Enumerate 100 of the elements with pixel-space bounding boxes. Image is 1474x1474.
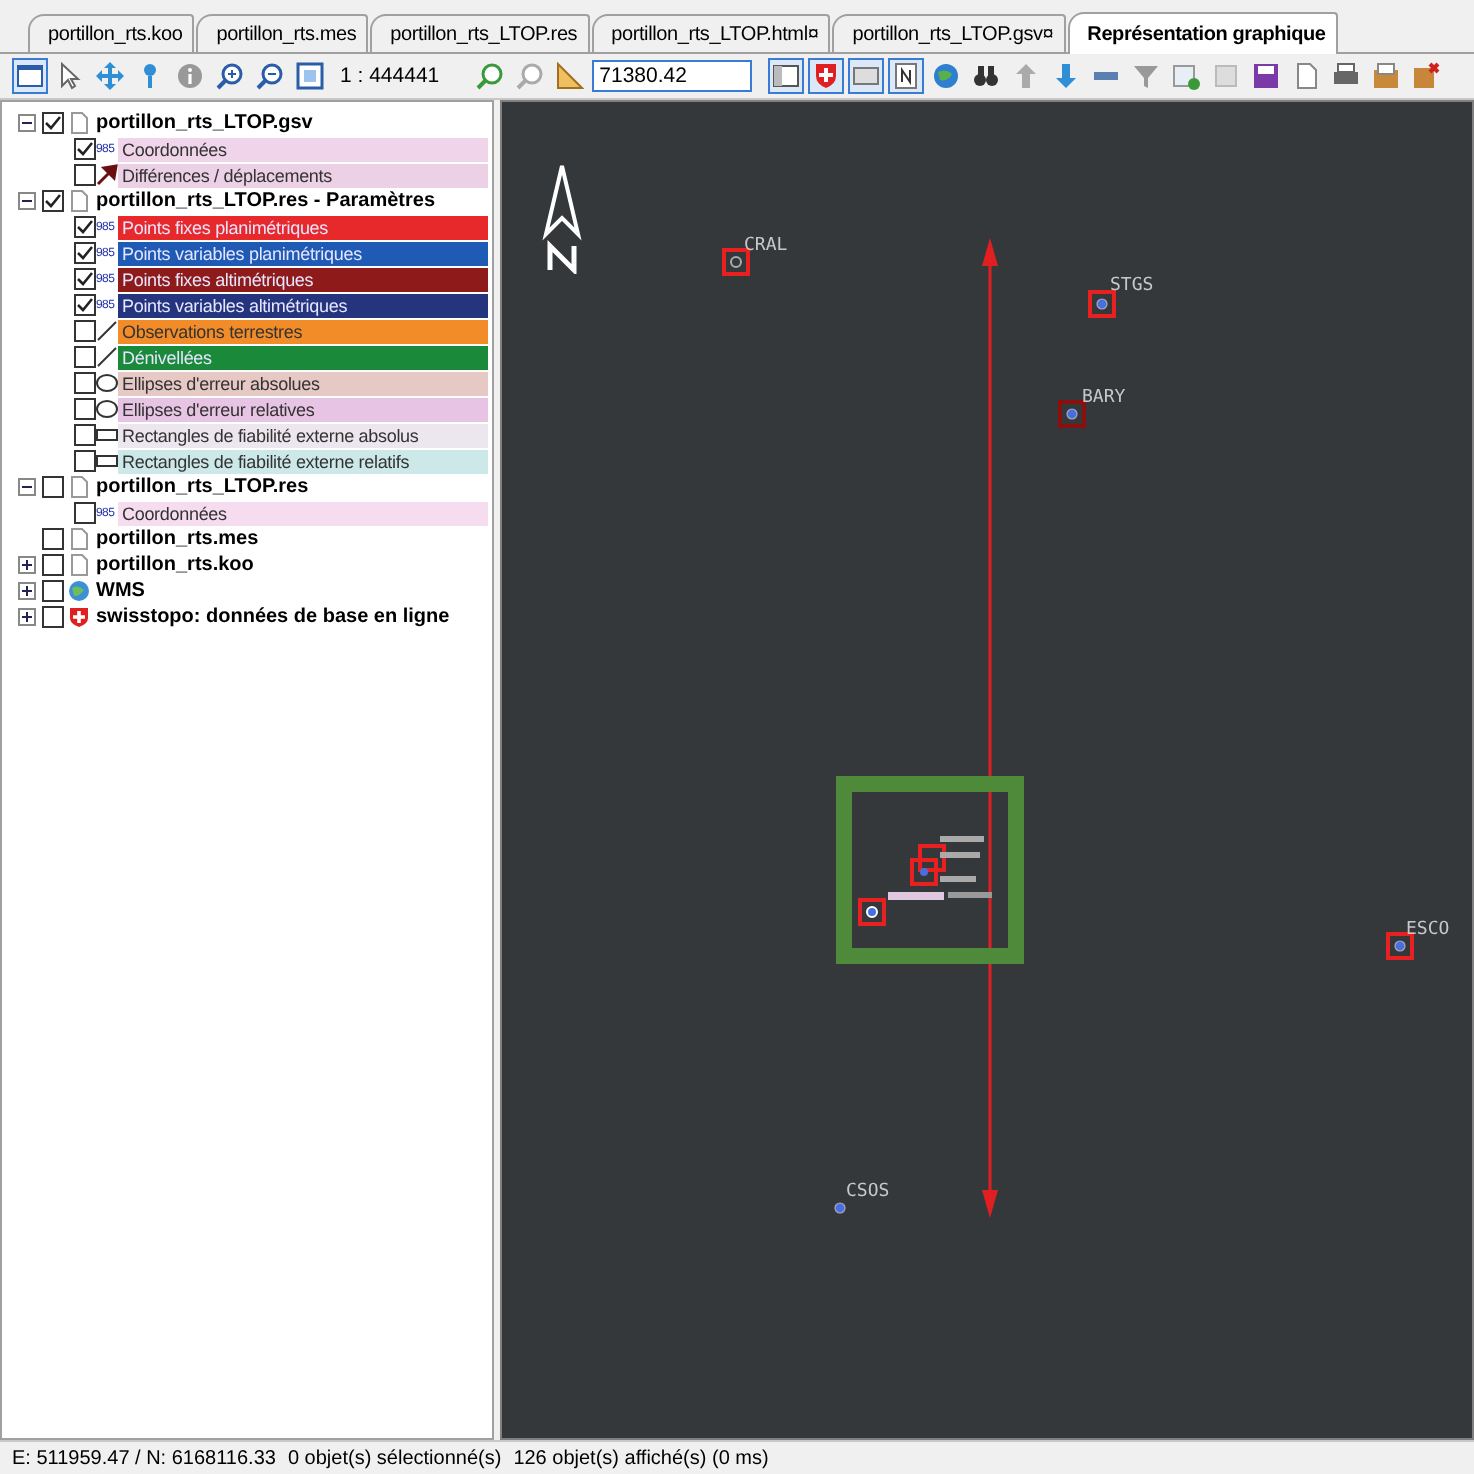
file-icon bbox=[68, 554, 90, 576]
layer-group-label[interactable]: portillon_rts_LTOP.res bbox=[96, 476, 309, 498]
tab[interactable]: Représentation graphique bbox=[1067, 12, 1338, 54]
checkbox[interactable] bbox=[42, 528, 64, 550]
layer-group-label[interactable]: portillon_rts.koo bbox=[96, 554, 254, 576]
file-icon bbox=[68, 190, 90, 212]
tab[interactable]: portillon_rts.koo bbox=[28, 14, 195, 52]
coordinates-text: E: 511959.47 / N: 6168116.33 bbox=[12, 1447, 276, 1469]
map-canvas[interactable]: CRAL STGS BARY ESCO CSOS bbox=[500, 100, 1474, 1440]
point-label: BARY bbox=[1082, 388, 1126, 408]
checkbox[interactable] bbox=[74, 450, 96, 472]
point-label: STGS bbox=[1110, 276, 1154, 296]
survey-point-marker[interactable] bbox=[722, 248, 750, 276]
toolbar-button[interactable] bbox=[212, 58, 248, 94]
checkbox[interactable] bbox=[42, 190, 64, 212]
layer-label[interactable]: Points fixes planimétriques bbox=[118, 215, 488, 239]
toolbar-button[interactable] bbox=[767, 58, 804, 94]
binoculars-icon bbox=[971, 62, 1000, 90]
layer-label[interactable]: Dénivellées bbox=[118, 345, 488, 369]
export-icon bbox=[1371, 62, 1400, 90]
print-icon bbox=[1331, 62, 1360, 90]
collapse-icon[interactable] bbox=[18, 114, 36, 132]
line-icon bbox=[96, 320, 118, 342]
checkbox[interactable] bbox=[74, 164, 96, 186]
expand-icon[interactable] bbox=[18, 582, 36, 600]
toolbar-button[interactable] bbox=[12, 58, 48, 94]
line-icon bbox=[96, 346, 118, 368]
checkbox[interactable] bbox=[42, 554, 64, 576]
layer-group-label[interactable]: portillon_rts_LTOP.res - Paramètres bbox=[96, 190, 436, 212]
layer-group-label[interactable]: portillon_rts_LTOP.gsv bbox=[96, 112, 313, 134]
tab[interactable]: portillon_rts.mes bbox=[196, 14, 369, 52]
tab[interactable]: portillon_rts_LTOP.res bbox=[370, 14, 590, 52]
layer-label[interactable]: Rectangles de fiabilité externe absolus bbox=[118, 423, 488, 447]
collapse-icon[interactable] bbox=[18, 478, 36, 496]
panel-icon bbox=[771, 62, 800, 90]
layer-label[interactable]: Ellipses d'erreur relatives bbox=[118, 397, 488, 421]
checkbox[interactable] bbox=[74, 216, 96, 238]
expand-icon[interactable] bbox=[18, 556, 36, 574]
layer-label[interactable]: Différences / déplacements bbox=[118, 163, 488, 187]
toolbar-button[interactable] bbox=[252, 58, 288, 94]
page-icon bbox=[1291, 62, 1320, 90]
filter-icon bbox=[1131, 62, 1160, 90]
up-arrow-icon bbox=[1011, 62, 1040, 90]
zoom-out-icon bbox=[256, 62, 284, 90]
document-icon bbox=[1211, 62, 1240, 90]
ellipse-icon bbox=[96, 398, 118, 420]
survey-point-marker[interactable] bbox=[1386, 932, 1414, 960]
info-icon bbox=[176, 62, 204, 90]
checkbox[interactable] bbox=[42, 580, 64, 602]
layer-label[interactable]: Observations terrestres bbox=[118, 319, 488, 343]
checkbox[interactable] bbox=[74, 424, 96, 446]
rectangle-icon bbox=[96, 450, 118, 472]
layer-label[interactable]: Rectangles de fiabilité externe relatifs bbox=[118, 449, 488, 473]
checkbox[interactable] bbox=[42, 112, 64, 134]
move-icon bbox=[96, 62, 124, 90]
north-icon bbox=[891, 62, 920, 90]
checkbox[interactable] bbox=[74, 242, 96, 264]
layer-group-label[interactable]: swisstopo: données de base en ligne bbox=[96, 606, 450, 628]
checkbox[interactable] bbox=[42, 606, 64, 628]
survey-point-marker[interactable] bbox=[1088, 290, 1116, 318]
layer-group-label[interactable]: WMS bbox=[96, 580, 145, 602]
toolbar-button[interactable] bbox=[292, 58, 328, 94]
checkbox[interactable] bbox=[74, 346, 96, 368]
toolbar-button[interactable] bbox=[887, 58, 924, 94]
checkbox[interactable] bbox=[74, 294, 96, 316]
checkbox[interactable] bbox=[74, 398, 96, 420]
point-label: ESCO bbox=[1406, 920, 1450, 940]
checkbox[interactable] bbox=[74, 268, 96, 290]
survey-point-marker[interactable] bbox=[1058, 400, 1086, 428]
layer-label[interactable]: Coordonnées bbox=[118, 501, 488, 525]
scale-text: 1 : 444441 bbox=[340, 64, 440, 88]
file-icon bbox=[68, 476, 90, 498]
globe-icon bbox=[68, 580, 90, 602]
expand-icon[interactable] bbox=[18, 608, 36, 626]
checkbox[interactable] bbox=[74, 502, 96, 524]
selection-count-text: 0 objet(s) sélectionné(s) bbox=[287, 1447, 502, 1469]
point-label: CSOS bbox=[846, 1182, 890, 1202]
checkbox[interactable] bbox=[74, 372, 96, 394]
close-icon bbox=[1411, 62, 1440, 90]
tab[interactable]: portillon_rts_LTOP.html¤ bbox=[591, 14, 831, 52]
layer-group-label[interactable]: portillon_rts.mes bbox=[96, 528, 259, 550]
frame-icon bbox=[851, 62, 880, 90]
checkbox[interactable] bbox=[42, 476, 64, 498]
checkbox[interactable] bbox=[74, 320, 96, 342]
fit-icon bbox=[296, 62, 324, 90]
ellipse-icon bbox=[96, 372, 118, 394]
tab[interactable]: portillon_rts_LTOP.gsv¤ bbox=[832, 14, 1066, 52]
search-icon bbox=[475, 62, 504, 90]
down-arrow-icon bbox=[1051, 62, 1080, 90]
layer-label[interactable]: Ellipses d'erreur absolues bbox=[118, 371, 488, 395]
collapse-icon[interactable] bbox=[18, 192, 36, 210]
north-arrow-drawing bbox=[538, 162, 586, 274]
checkbox[interactable] bbox=[74, 138, 96, 160]
layer-label[interactable]: Points variables planimétriques bbox=[118, 241, 488, 265]
layer-label[interactable]: Coordonnées bbox=[118, 137, 488, 161]
layer-label[interactable]: Points fixes altimétriques bbox=[118, 267, 488, 291]
save-icon bbox=[1251, 62, 1280, 90]
layer-label[interactable]: Points variables altimétriques bbox=[118, 293, 488, 317]
distance-field[interactable]: 71380.42 bbox=[591, 60, 752, 92]
window-icon bbox=[16, 62, 44, 90]
